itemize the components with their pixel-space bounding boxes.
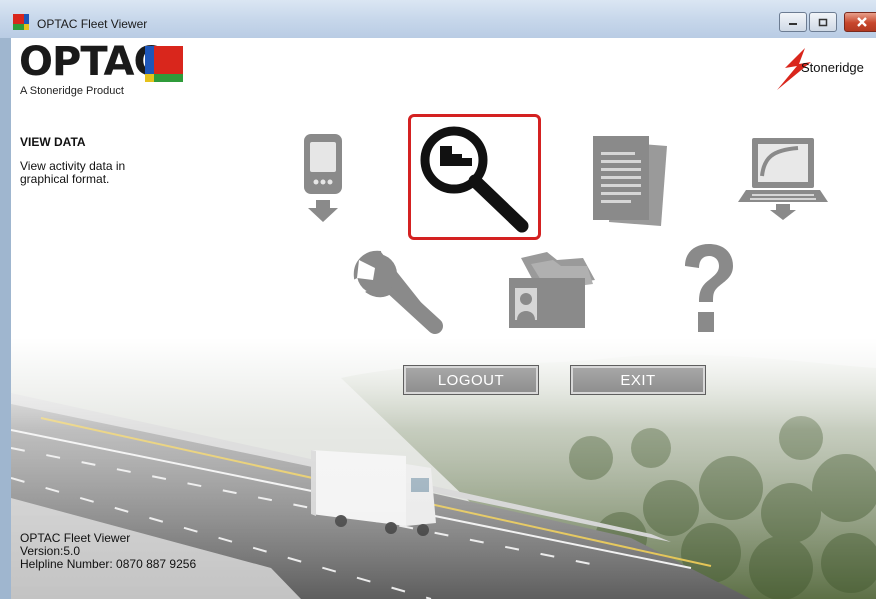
title-bar[interactable]: OPTAC Fleet Viewer	[0, 0, 876, 38]
footer-helpline: Helpline Number: 0870 887 9256	[20, 557, 197, 571]
restore-icon	[818, 18, 828, 26]
settings-button[interactable]	[351, 250, 447, 334]
logout-button[interactable]: LOGOUT	[403, 365, 539, 395]
magnifier-icon	[420, 126, 529, 233]
window-title: OPTAC Fleet Viewer	[37, 17, 148, 31]
app-icon	[13, 14, 29, 30]
reports-button[interactable]	[589, 134, 669, 226]
close-button[interactable]	[844, 12, 876, 32]
laptop-download-button[interactable]	[738, 136, 828, 222]
driver-cards-icon	[509, 252, 595, 328]
optac-logo: OPTAC	[19, 39, 163, 85]
optac-flag-logo	[145, 46, 183, 82]
driver-cards-button[interactable]	[507, 250, 599, 330]
help-button[interactable]	[679, 242, 735, 338]
main-panel: OPTAC A Stoneridge Product Stoneridge VI…	[11, 38, 876, 599]
section-description: View activity data in graphical format.	[20, 159, 126, 186]
app-window: OPTAC Fleet Viewer OPTAC A Stoneridge Pr…	[0, 0, 876, 599]
close-icon	[857, 17, 867, 27]
download-device-icon	[304, 134, 342, 222]
wrench-icon	[353, 250, 443, 334]
download-device-button[interactable]	[298, 132, 348, 228]
laptop-download-icon	[738, 138, 828, 220]
section-title: VIEW DATA	[20, 135, 86, 149]
logo-subtitle: A Stoneridge Product	[20, 85, 124, 97]
exit-button[interactable]: EXIT	[570, 365, 706, 395]
view-data-button[interactable]	[418, 124, 532, 234]
minimize-button[interactable]	[779, 12, 807, 32]
maximize-button[interactable]	[809, 12, 837, 32]
stoneridge-brand: Stoneridge	[801, 60, 864, 75]
question-mark-icon	[685, 244, 733, 332]
footer-info: OPTAC Fleet Viewer Version:5.0 Helpline …	[20, 532, 196, 571]
minimize-icon	[789, 23, 797, 25]
documents-icon	[593, 136, 667, 226]
